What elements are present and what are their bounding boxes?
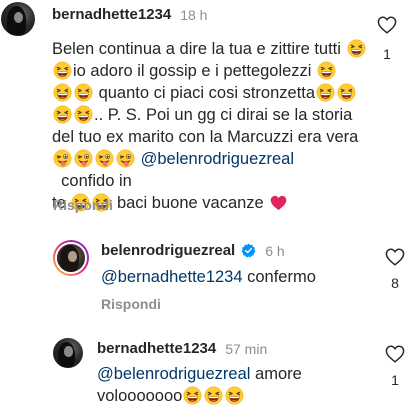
grinning-squinting-face-emoji (316, 83, 335, 102)
comment-text-segment: .. P. S. Poi un gg ci dirai se la storia (94, 106, 353, 124)
comment-body: amore (250, 365, 302, 383)
comment-text: @bernadhette1234 confermo (101, 266, 316, 288)
comment-header: bernadhette1234 18 h (52, 6, 207, 23)
grinning-squinting-face-emoji (337, 83, 356, 102)
comment-line: Belen continua a dire la tua e zittire t… (52, 38, 367, 60)
comment-text-segment: Belen continua a dire la tua e zittire t… (52, 40, 346, 58)
mention-link[interactable]: @belenrodriguezreal (141, 150, 294, 168)
mention-link[interactable]: @belenrodriguezreal (97, 365, 250, 383)
reply-button[interactable]: Rispondi (53, 197, 113, 213)
grinning-squinting-face-emoji (347, 39, 365, 58)
grinning-squinting-face-emoji (225, 386, 244, 405)
comment-text-segment: io adoro il gossip e i pettegolezzi (73, 62, 317, 80)
grinning-squinting-face-emoji (183, 386, 202, 405)
comment-text: @belenrodriguezreal amore volooooooo (97, 363, 377, 407)
comment-text: Belen continua a dire la tua e zittire t… (52, 38, 367, 214)
comment-header: bernadhette1234 57 min (97, 340, 267, 357)
grinning-squinting-face-emoji (53, 61, 72, 80)
winking-face-with-tongue-emoji (116, 149, 135, 168)
heart-outline-icon[interactable] (385, 248, 405, 266)
comment-text-segment: quanto ci piaci cosi stronzetta (94, 84, 316, 102)
comment-line: .. P. S. Poi un gg ci dirai se la storia (52, 104, 367, 126)
grinning-squinting-face-emoji (74, 105, 93, 124)
comment-line: io adoro il gossip e i pettegolezzi (52, 60, 367, 82)
timestamp: 18 h (180, 6, 208, 23)
comment-line: @belenrodriguezreal confido in (52, 148, 367, 192)
grinning-squinting-face-emoji (204, 386, 223, 405)
like-count: 1 (383, 46, 391, 62)
comment-line: quanto ci piaci cosi stronzetta (52, 82, 367, 104)
comment-body-line2: volooooooo (97, 387, 183, 405)
comment-text-segment: confido in (52, 172, 132, 190)
comment-text-segment: del tuo ex marito con la Marcuzzi era ve… (52, 128, 359, 146)
heart-outline-icon[interactable] (377, 16, 397, 34)
winking-face-with-tongue-emoji (74, 149, 93, 168)
avatar[interactable] (53, 338, 83, 368)
comment-body: confermo (242, 268, 316, 286)
avatar[interactable] (1, 2, 35, 36)
like-count: 8 (391, 275, 399, 291)
emoji-group (182, 386, 245, 405)
grinning-squinting-face-emoji (74, 83, 93, 102)
like-count: 1 (391, 372, 399, 388)
winking-face-with-tongue-emoji (95, 149, 114, 168)
avatar[interactable] (53, 240, 89, 276)
grinning-squinting-face-emoji (53, 83, 72, 102)
grinning-squinting-face-emoji (317, 61, 336, 80)
comment-line: del tuo ex marito con la Marcuzzi era ve… (52, 126, 367, 148)
username[interactable]: bernadhette1234 (97, 340, 216, 357)
timestamp: 6 h (265, 242, 285, 259)
reply-button[interactable]: Rispondi (101, 296, 161, 312)
verified-badge-icon (241, 243, 256, 258)
red-heart-emoji (271, 195, 287, 211)
grinning-squinting-face-emoji (53, 105, 72, 124)
username[interactable]: bernadhette1234 (52, 6, 171, 23)
heart-outline-icon[interactable] (385, 345, 405, 363)
winking-face-with-tongue-emoji (53, 149, 72, 168)
username[interactable]: belenrodriguezreal (101, 242, 235, 259)
mention-link[interactable]: @bernadhette1234 (101, 268, 243, 286)
comment-text-segment: baci buone vacanze (112, 194, 269, 212)
comment-header: belenrodriguezreal 6 h (101, 242, 285, 259)
timestamp: 57 min (225, 340, 268, 357)
